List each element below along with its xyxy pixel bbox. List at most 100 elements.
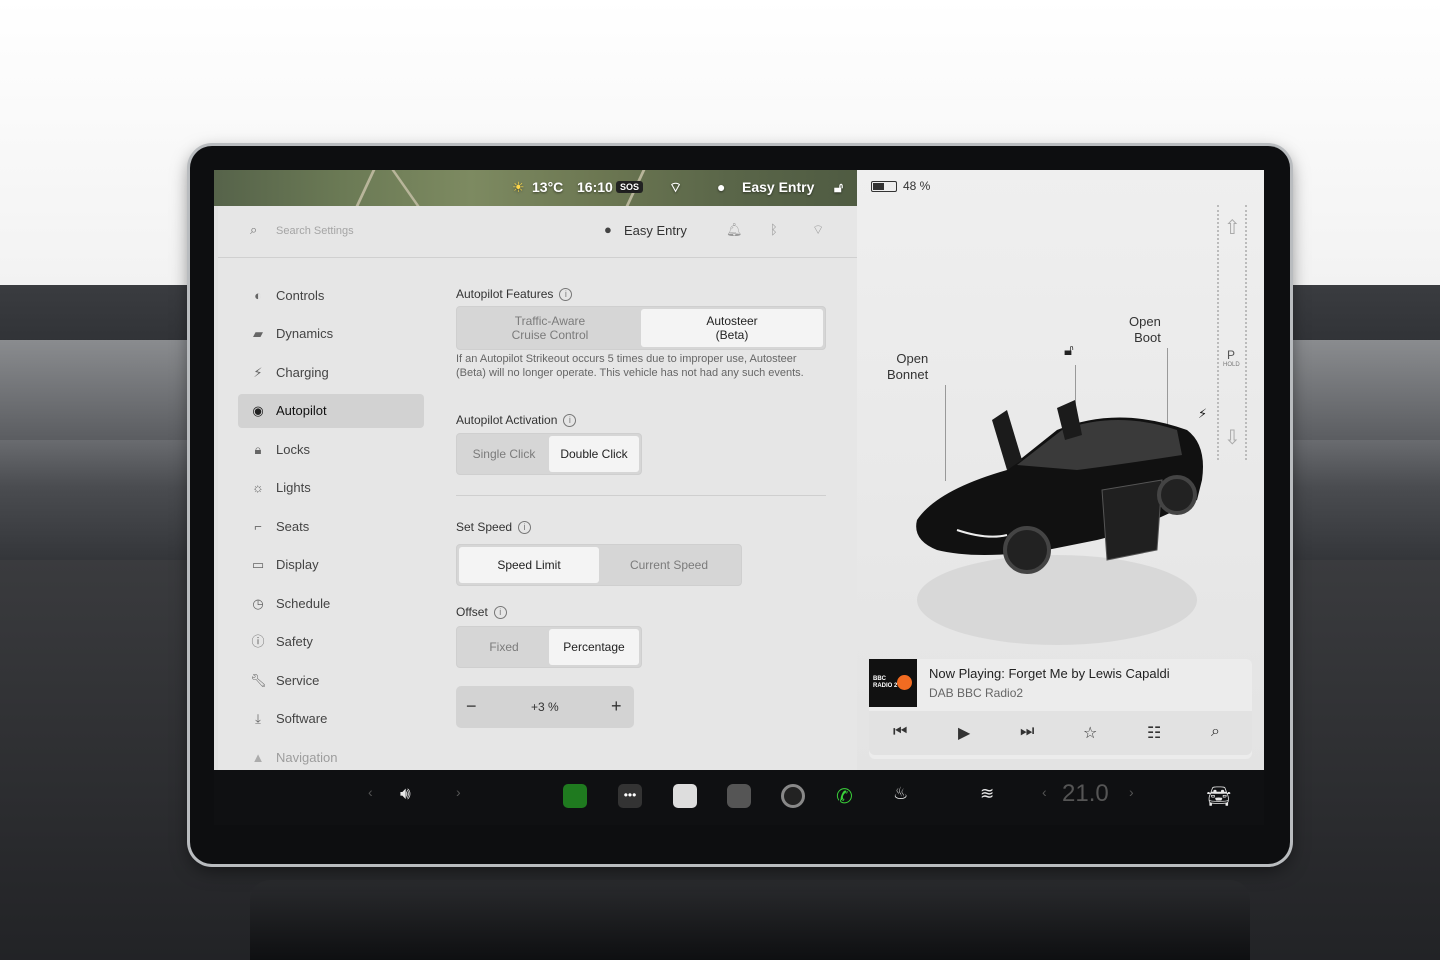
profile-name[interactable]: Easy Entry bbox=[624, 223, 687, 238]
media-controls: ⏮︎ ▶ ⏭︎ ☆ ☷ ⌕ bbox=[869, 711, 1252, 755]
sidebar-item-controls[interactable]: ◐ Controls bbox=[238, 279, 424, 313]
media-player: BBC RADIO 2 Now Playing: Forget Me by Le… bbox=[869, 659, 1252, 759]
sun-icon: ☀ bbox=[512, 179, 525, 195]
charts-app-icon[interactable] bbox=[563, 784, 587, 808]
sidebar-item-label: Autopilot bbox=[276, 403, 327, 418]
toybox-app-icon[interactable] bbox=[673, 784, 697, 808]
status-profile-name[interactable]: Easy Entry bbox=[742, 179, 814, 195]
outside-temperature: 13°C bbox=[532, 179, 564, 195]
increase-button[interactable]: + bbox=[611, 696, 622, 717]
play-icon[interactable]: ▶ bbox=[958, 723, 970, 743]
search-icon[interactable]: ⌕ bbox=[1211, 723, 1220, 741]
info-icon[interactable]: i bbox=[518, 521, 532, 534]
cabin-temperature[interactable]: 21.0 bbox=[1062, 780, 1109, 808]
traffic-aware-cruise-control-option[interactable]: Traffic-Aware Cruise Control bbox=[459, 309, 641, 347]
battery-icon bbox=[871, 181, 897, 192]
profile-icon[interactable]: ● bbox=[604, 222, 612, 237]
arrow-down-icon[interactable]: ⇩ bbox=[1224, 425, 1241, 450]
sidebar-item-navigation[interactable]: ▲ Navigation bbox=[238, 741, 424, 770]
phone-icon[interactable]: ✆ bbox=[836, 784, 853, 809]
climate-seat-icon[interactable]: ≋ bbox=[980, 784, 994, 804]
equalizer-icon[interactable]: ☷ bbox=[1147, 723, 1161, 743]
info-icon[interactable]: i bbox=[559, 288, 573, 301]
sidebar-item-lights[interactable]: ☼ Lights bbox=[238, 471, 424, 505]
offset-value: +3 % bbox=[531, 700, 559, 714]
single-click-option[interactable]: Single Click bbox=[459, 436, 549, 472]
offset-selector: Fixed Percentage bbox=[456, 626, 642, 668]
bottom-dock: ‹ 🔊︎ › ••• ✆ ♨ ≋ ‹ 21.0 › 🚘︎ bbox=[214, 770, 1264, 825]
search-input[interactable]: Search Settings bbox=[276, 225, 354, 237]
map-road bbox=[391, 170, 420, 206]
vehicle-panel: 48 % Open Bonnet Open Boot 🔓︎ ⚡︎ ⇧ P HOL… bbox=[857, 170, 1264, 770]
lock-icon: 🔒︎ bbox=[254, 442, 262, 457]
sidebar-item-label: Software bbox=[276, 711, 328, 726]
bluetooth-icon[interactable]: ᛒ bbox=[770, 222, 778, 237]
info-icon[interactable]: i bbox=[493, 606, 507, 619]
seat-heater-icon[interactable]: ♨ bbox=[893, 784, 908, 804]
sidebar-item-service[interactable]: 🔧︎ Service bbox=[238, 664, 424, 698]
search-icon[interactable]: ⌕ bbox=[250, 222, 257, 238]
open-bonnet-button[interactable]: Open Bonnet bbox=[887, 351, 928, 383]
car-icon[interactable]: 🚘︎ bbox=[1206, 784, 1231, 809]
sidebar-item-display[interactable]: ▭ Display bbox=[238, 548, 424, 582]
double-click-option[interactable]: Double Click bbox=[549, 436, 639, 472]
sidebar-item-label: Dynamics bbox=[276, 326, 334, 341]
sidebar-item-schedule[interactable]: ◷ Schedule bbox=[238, 587, 424, 621]
more-apps-icon[interactable]: ••• bbox=[618, 784, 642, 808]
sidebar-item-label: Safety bbox=[276, 634, 313, 649]
dashcam-app-icon[interactable] bbox=[781, 784, 805, 808]
temp-down-chevron[interactable]: ‹ bbox=[1042, 784, 1047, 800]
wifi-icon[interactable]: ⌔ bbox=[812, 222, 824, 238]
favorite-star-icon[interactable]: ☆ bbox=[1083, 723, 1097, 743]
sidebar-item-charging[interactable]: ⚡︎ Charging bbox=[238, 356, 424, 390]
sos-badge[interactable]: SOS bbox=[616, 181, 644, 193]
autosteer-option[interactable]: Autosteer (Beta) bbox=[641, 309, 823, 347]
autopilot-activation-label: Autopilot Activation bbox=[456, 413, 558, 427]
touchscreen: ☀ 13°C 16:10 SOS ⌔ ● Easy Entry 🔓︎ ⌕ Sea… bbox=[214, 170, 1264, 770]
open-boot-button[interactable]: Open Boot bbox=[1129, 314, 1161, 346]
unlock-icon[interactable]: 🔓︎ bbox=[834, 179, 843, 196]
chevron-right-icon[interactable]: › bbox=[456, 784, 461, 800]
sidebar-item-label: Controls bbox=[276, 288, 325, 303]
album-art[interactable]: BBC RADIO 2 bbox=[869, 659, 917, 707]
profile-icon[interactable]: ● bbox=[717, 179, 725, 195]
arrow-up-icon[interactable]: ⇧ bbox=[1224, 215, 1241, 240]
volume-icon[interactable]: 🔊︎ bbox=[400, 784, 411, 804]
wrench-icon: 🔧︎ bbox=[250, 673, 267, 688]
sidebar-item-software[interactable]: ⤓ Software bbox=[238, 702, 424, 736]
autopilot-activation-selector: Single Click Double Click bbox=[456, 433, 642, 475]
map-strip[interactable]: ☀ 13°C 16:10 SOS ⌔ ● Easy Entry 🔓︎ bbox=[214, 170, 857, 206]
radio2-logo-icon bbox=[897, 675, 912, 690]
previous-track-icon[interactable]: ⏮︎ bbox=[893, 723, 907, 741]
gear-selector-rail[interactable] bbox=[1217, 205, 1247, 460]
next-track-icon[interactable]: ⏭︎ bbox=[1020, 723, 1034, 741]
info-icon[interactable]: i bbox=[563, 414, 577, 427]
sidebar-item-label: Seats bbox=[276, 519, 310, 534]
sidebar-item-autopilot[interactable]: ◉ Autopilot bbox=[238, 394, 424, 428]
settings-search-bar: ⌕ Search Settings ● Easy Entry 🔔︎ ᛒ ⌔ bbox=[218, 206, 857, 258]
bell-icon[interactable]: 🔔︎ bbox=[726, 222, 743, 238]
offset-label: Offset bbox=[456, 605, 488, 619]
decrease-button[interactable]: − bbox=[466, 696, 477, 717]
fixed-option[interactable]: Fixed bbox=[459, 629, 549, 665]
sidebar-item-label: Service bbox=[276, 673, 320, 688]
autopilot-strikeout-warning: If an Autopilot Strikeout occurs 5 times… bbox=[456, 353, 804, 379]
set-speed-selector: Speed Limit Current Speed bbox=[456, 544, 742, 586]
wifi-icon: ⌔ bbox=[669, 179, 683, 195]
autopilot-activation-title: Autopilot Activation i bbox=[456, 413, 577, 427]
sidebar-item-seats[interactable]: ⌐ Seats bbox=[238, 510, 424, 544]
percentage-option[interactable]: Percentage bbox=[549, 629, 639, 665]
temp-up-chevron[interactable]: › bbox=[1129, 784, 1134, 800]
set-speed-label: Set Speed bbox=[456, 520, 513, 534]
sidebar-item-label: Charging bbox=[276, 365, 329, 380]
charge-port-unlock-icon[interactable]: 🔓︎ bbox=[1064, 342, 1074, 359]
gear-indicator: P bbox=[1227, 348, 1236, 362]
speed-limit-option[interactable]: Speed Limit bbox=[459, 547, 599, 583]
sidebar-item-locks[interactable]: 🔒︎ Locks bbox=[238, 433, 424, 467]
sidebar-item-safety[interactable]: ⓘ Safety bbox=[238, 625, 424, 659]
chevron-left-icon[interactable]: ‹ bbox=[368, 784, 373, 800]
map-road bbox=[355, 170, 376, 206]
camera-app-icon[interactable] bbox=[727, 784, 751, 808]
sidebar-item-dynamics[interactable]: ▰ Dynamics bbox=[238, 317, 424, 351]
current-speed-option[interactable]: Current Speed bbox=[599, 547, 739, 583]
